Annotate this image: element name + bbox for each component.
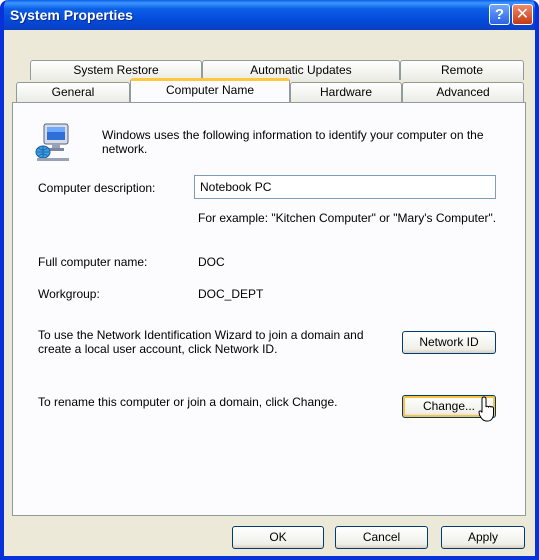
workgroup-label: Workgroup: <box>38 287 100 301</box>
close-button[interactable]: ✕ <box>512 4 533 25</box>
tab-remote[interactable]: Remote <box>400 60 524 80</box>
tab-hardware[interactable]: Hardware <box>290 82 402 102</box>
workgroup-value: DOC_DEPT <box>198 287 264 301</box>
rename-instructions: To rename this computer or join a domain… <box>38 395 338 409</box>
help-button[interactable]: ? <box>489 4 510 25</box>
apply-button[interactable]: Apply <box>441 526 525 549</box>
title-bar[interactable]: System Properties ? ✕ <box>4 0 535 30</box>
full-computer-name-label: Full computer name: <box>38 255 148 269</box>
tab-general[interactable]: General <box>16 82 130 102</box>
mouse-pointer-icon <box>478 396 496 424</box>
network-id-instructions: To use the Network Identification Wizard… <box>38 328 364 356</box>
computer-description-input[interactable]: Notebook PC <box>194 175 496 199</box>
tab-computer-name[interactable]: Computer Name <box>130 78 290 102</box>
tab-system-restore[interactable]: System Restore <box>30 60 202 80</box>
ok-button[interactable]: OK <box>232 526 324 549</box>
cancel-button[interactable]: Cancel <box>335 526 428 549</box>
window-title: System Properties <box>10 7 133 23</box>
tab-automatic-updates[interactable]: Automatic Updates <box>202 60 400 80</box>
tab-advanced[interactable]: Advanced <box>402 82 524 102</box>
computer-description-label: Computer description: <box>38 181 156 195</box>
example-text: For example: "Kitchen Computer" or "Mary… <box>198 211 497 225</box>
computer-name-panel <box>12 102 526 516</box>
intro-text: Windows uses the following information t… <box>102 128 484 156</box>
network-id-button[interactable]: Network ID <box>402 331 496 354</box>
computer-network-icon <box>34 122 74 162</box>
full-computer-name-value: DOC <box>198 255 225 269</box>
